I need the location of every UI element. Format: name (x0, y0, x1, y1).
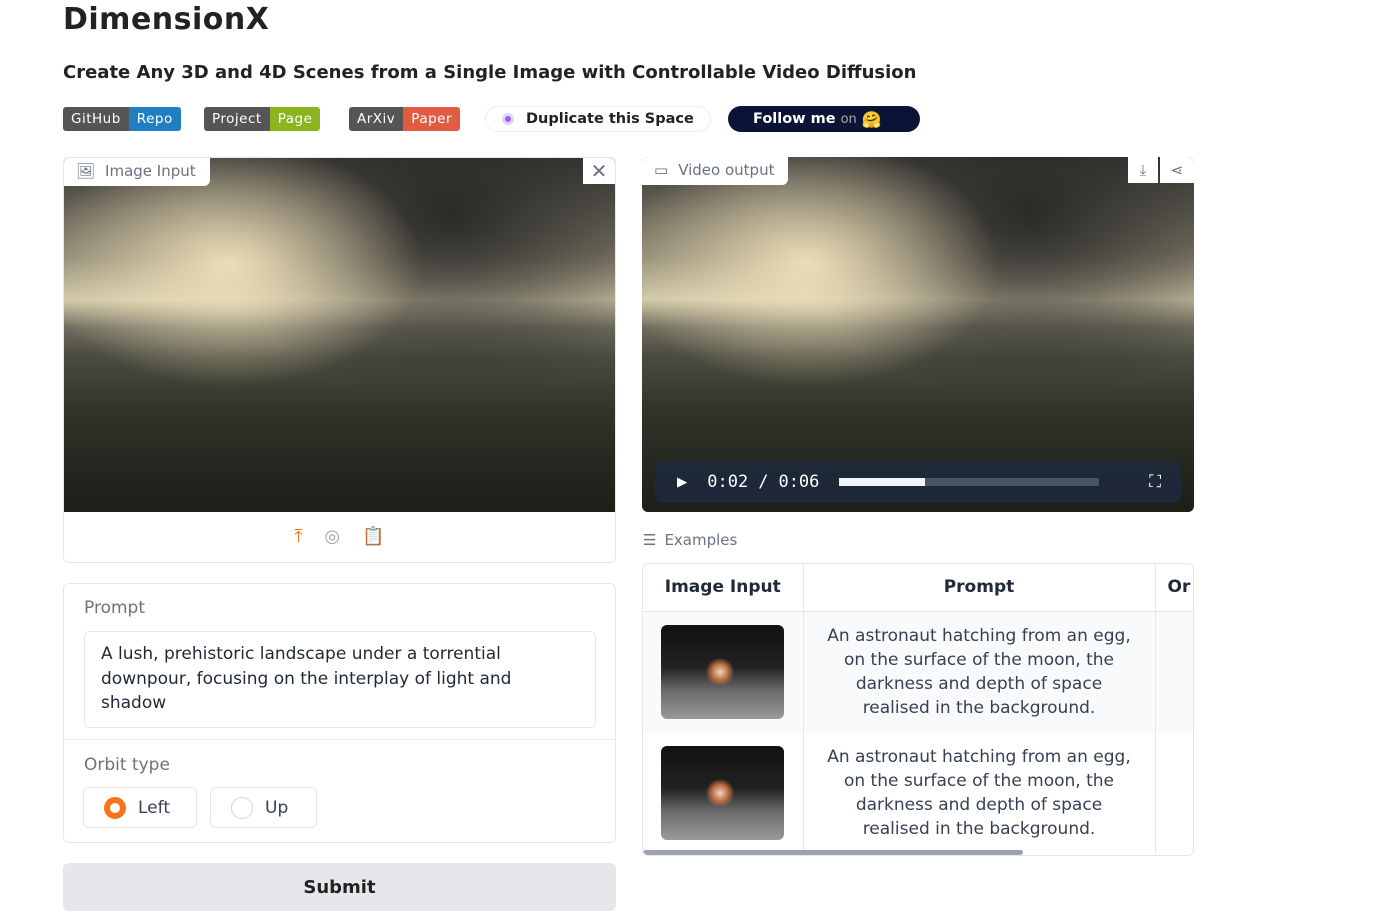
radio-label: Left (138, 797, 170, 818)
github-badge[interactable]: GitHub Repo (63, 107, 181, 131)
example-row[interactable]: An astronaut hatching from an egg, on th… (643, 611, 1193, 732)
upload-icon[interactable]: ⤒ (294, 526, 302, 547)
example-prompt: An astronaut hatching from an egg, on th… (803, 732, 1156, 853)
image-icon: 🖼 (76, 162, 96, 180)
video-controls: ▶ 0:02 / 0:06 ⛶ (655, 461, 1181, 503)
clipboard-icon[interactable]: 📋 (362, 526, 384, 547)
image-input-label: 🖼 Image Input (64, 158, 210, 186)
prompt-label: Prompt (84, 598, 145, 618)
col-prompt: Prompt (803, 564, 1156, 611)
radio-unselected-icon (231, 796, 253, 819)
horizontal-scrollbar[interactable] (643, 850, 1023, 855)
duplicate-space-button[interactable]: Duplicate this Space (485, 106, 711, 132)
video-progress-bar[interactable] (839, 478, 1100, 486)
list-icon: ☰ (643, 531, 657, 549)
page-title: DimensionX (63, 2, 270, 37)
orbit-type-label: Orbit type (84, 755, 170, 775)
project-badge[interactable]: Project Page (204, 107, 321, 131)
image-input-panel: 🖼 Image Input ✕ ⤒ ◎ 📋 (63, 157, 616, 563)
examples-header: ☰ Examples (643, 531, 737, 549)
example-thumbnail (661, 624, 785, 719)
download-icon[interactable]: ⤓ (1128, 157, 1158, 183)
input-image[interactable] (64, 158, 615, 512)
video-output-panel: ▭ Video output ⤓ ⋖ ▶ 0:02 / 0:06 ⛶ (642, 157, 1194, 512)
webcam-icon[interactable]: ◎ (324, 526, 340, 547)
example-thumbnail (661, 745, 785, 840)
follow-on: on (840, 111, 857, 127)
label-text: Video output (678, 161, 775, 179)
fullscreen-icon[interactable]: ⛶ (1149, 472, 1161, 492)
col-orbit: Or (1155, 564, 1193, 611)
radio-label: Up (265, 797, 289, 818)
example-prompt: An astronaut hatching from an egg, on th… (803, 611, 1156, 732)
duplicate-icon (502, 113, 514, 125)
current-time: 0:02 (707, 472, 749, 492)
hugging-face-icon: 🤗 (861, 109, 882, 129)
badge-right: Repo (128, 107, 181, 131)
orbit-up-radio[interactable]: Up (210, 787, 317, 828)
follow-button[interactable]: Follow me on 🤗 (728, 106, 920, 132)
follow-label: Follow me (753, 111, 836, 127)
col-image-input: Image Input (643, 564, 804, 611)
badge-right: Paper (403, 107, 461, 131)
badge-right: Page (269, 107, 321, 131)
share-icon[interactable]: ⋖ (1160, 157, 1194, 183)
play-icon[interactable]: ▶ (677, 472, 687, 492)
page-subtitle: Create Any 3D and 4D Scenes from a Singl… (63, 62, 917, 83)
radio-selected-icon (104, 796, 126, 819)
prompt-input[interactable]: A lush, prehistoric landscape under a to… (84, 631, 596, 728)
examples-table: Image Input Prompt Or An astronaut hatch… (642, 563, 1194, 856)
divider (64, 739, 615, 740)
duplicate-label: Duplicate this Space (526, 111, 694, 127)
orbit-left-radio[interactable]: Left (83, 787, 197, 828)
badge-left: GitHub (63, 107, 129, 131)
submit-button[interactable]: Submit (63, 863, 616, 911)
badge-left: ArXiv (349, 107, 404, 131)
progress-fill (839, 478, 926, 486)
examples-label: Examples (664, 531, 738, 549)
label-text: Image Input (105, 162, 196, 180)
arxiv-badge[interactable]: ArXiv Paper (349, 107, 461, 131)
output-video[interactable] (642, 157, 1194, 512)
time-separator: / (758, 472, 769, 492)
example-row[interactable]: An astronaut hatching from an egg, on th… (643, 732, 1193, 853)
duration: 0:06 (778, 472, 820, 492)
video-icon: ▭ (654, 161, 669, 179)
video-output-label: ▭ Video output (642, 157, 789, 185)
badge-left: Project (204, 107, 270, 131)
close-icon[interactable]: ✕ (583, 158, 615, 184)
